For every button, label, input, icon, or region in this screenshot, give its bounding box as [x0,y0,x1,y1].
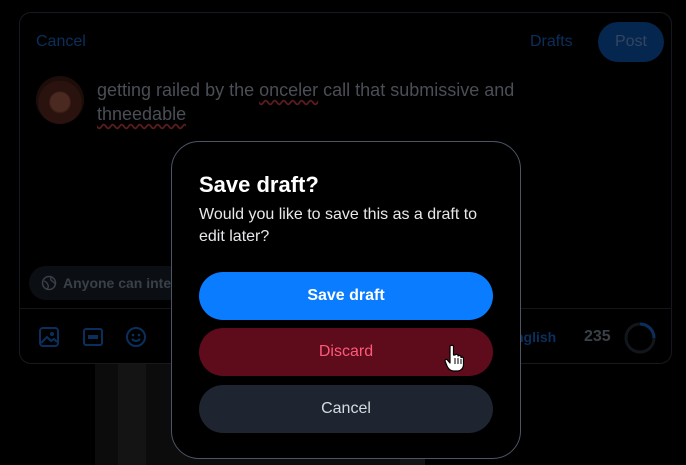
misspelled-word: onceler [259,80,319,100]
post-text-input[interactable]: getting railed by the onceler call that … [97,78,577,126]
post-text-part: getting railed by the [97,80,260,100]
hand-cursor-icon [444,344,464,372]
save-draft-button[interactable]: Save draft [199,272,493,320]
dialog-title: Save draft? [199,172,319,197]
dialog-description: Would you like to save this as a draft t… [199,206,478,245]
avatar [36,76,84,124]
character-count: 235 [584,328,611,345]
globe-icon [41,275,57,291]
background-content [118,364,146,465]
drafts-link[interactable]: Drafts [530,33,573,51]
post-button[interactable]: Post [598,22,664,62]
image-icon[interactable] [37,325,61,349]
audience-label: Anyone can inte [63,275,172,291]
language-selector[interactable]: nglish [515,329,556,345]
emoji-icon[interactable] [124,325,148,349]
post-text-part: call that submissive and [318,80,515,100]
composer-cancel-link[interactable]: Cancel [36,33,86,51]
save-draft-dialog: Save draft? Would you like to save this … [171,141,521,459]
dialog-cancel-button[interactable]: Cancel [199,385,493,433]
character-progress-ring [624,322,656,354]
gif-icon[interactable] [81,325,105,349]
misspelled-word: thneedable [97,104,187,124]
